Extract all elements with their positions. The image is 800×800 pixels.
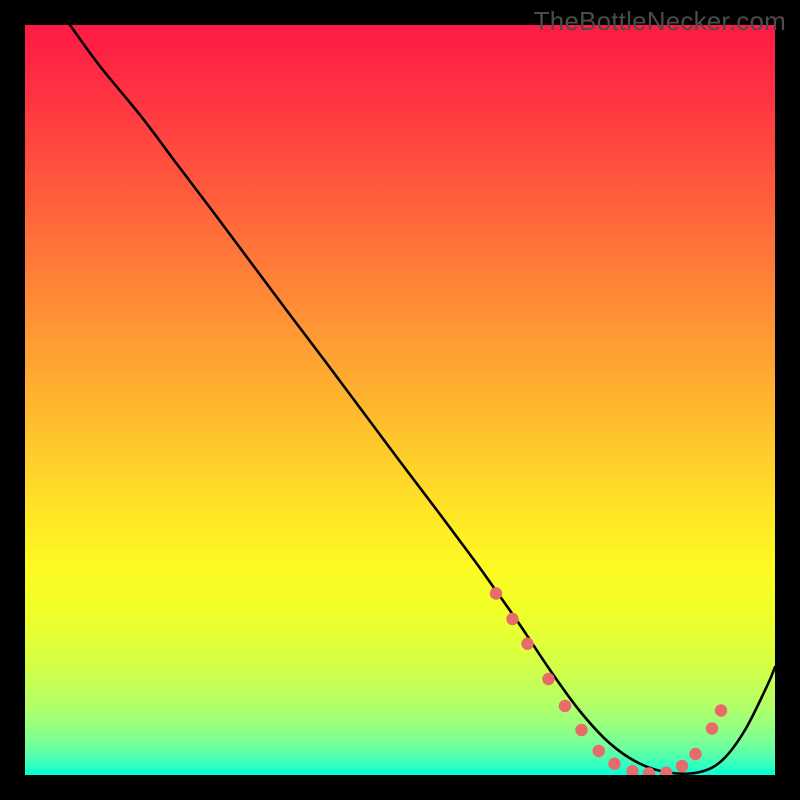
- curve-marker: [575, 724, 587, 736]
- curve-marker: [490, 587, 502, 599]
- curve-marker: [676, 760, 688, 772]
- curve-marker: [689, 748, 701, 760]
- curve-marker: [521, 638, 533, 650]
- curve-marker: [715, 704, 727, 716]
- curve-marker: [542, 673, 554, 685]
- curve-marker: [506, 613, 518, 625]
- bottleneck-curve: [70, 25, 775, 774]
- curve-markers: [490, 587, 727, 775]
- curve-layer: [25, 25, 775, 775]
- chart-frame: TheBottleNecker.com: [0, 0, 800, 800]
- curve-marker: [626, 765, 638, 775]
- curve-marker: [706, 722, 718, 734]
- curve-marker: [608, 758, 620, 770]
- plot-area: [25, 25, 775, 775]
- watermark-text: TheBottleNecker.com: [534, 6, 786, 37]
- curve-marker: [660, 767, 672, 775]
- curve-marker: [559, 700, 571, 712]
- curve-marker: [593, 745, 605, 757]
